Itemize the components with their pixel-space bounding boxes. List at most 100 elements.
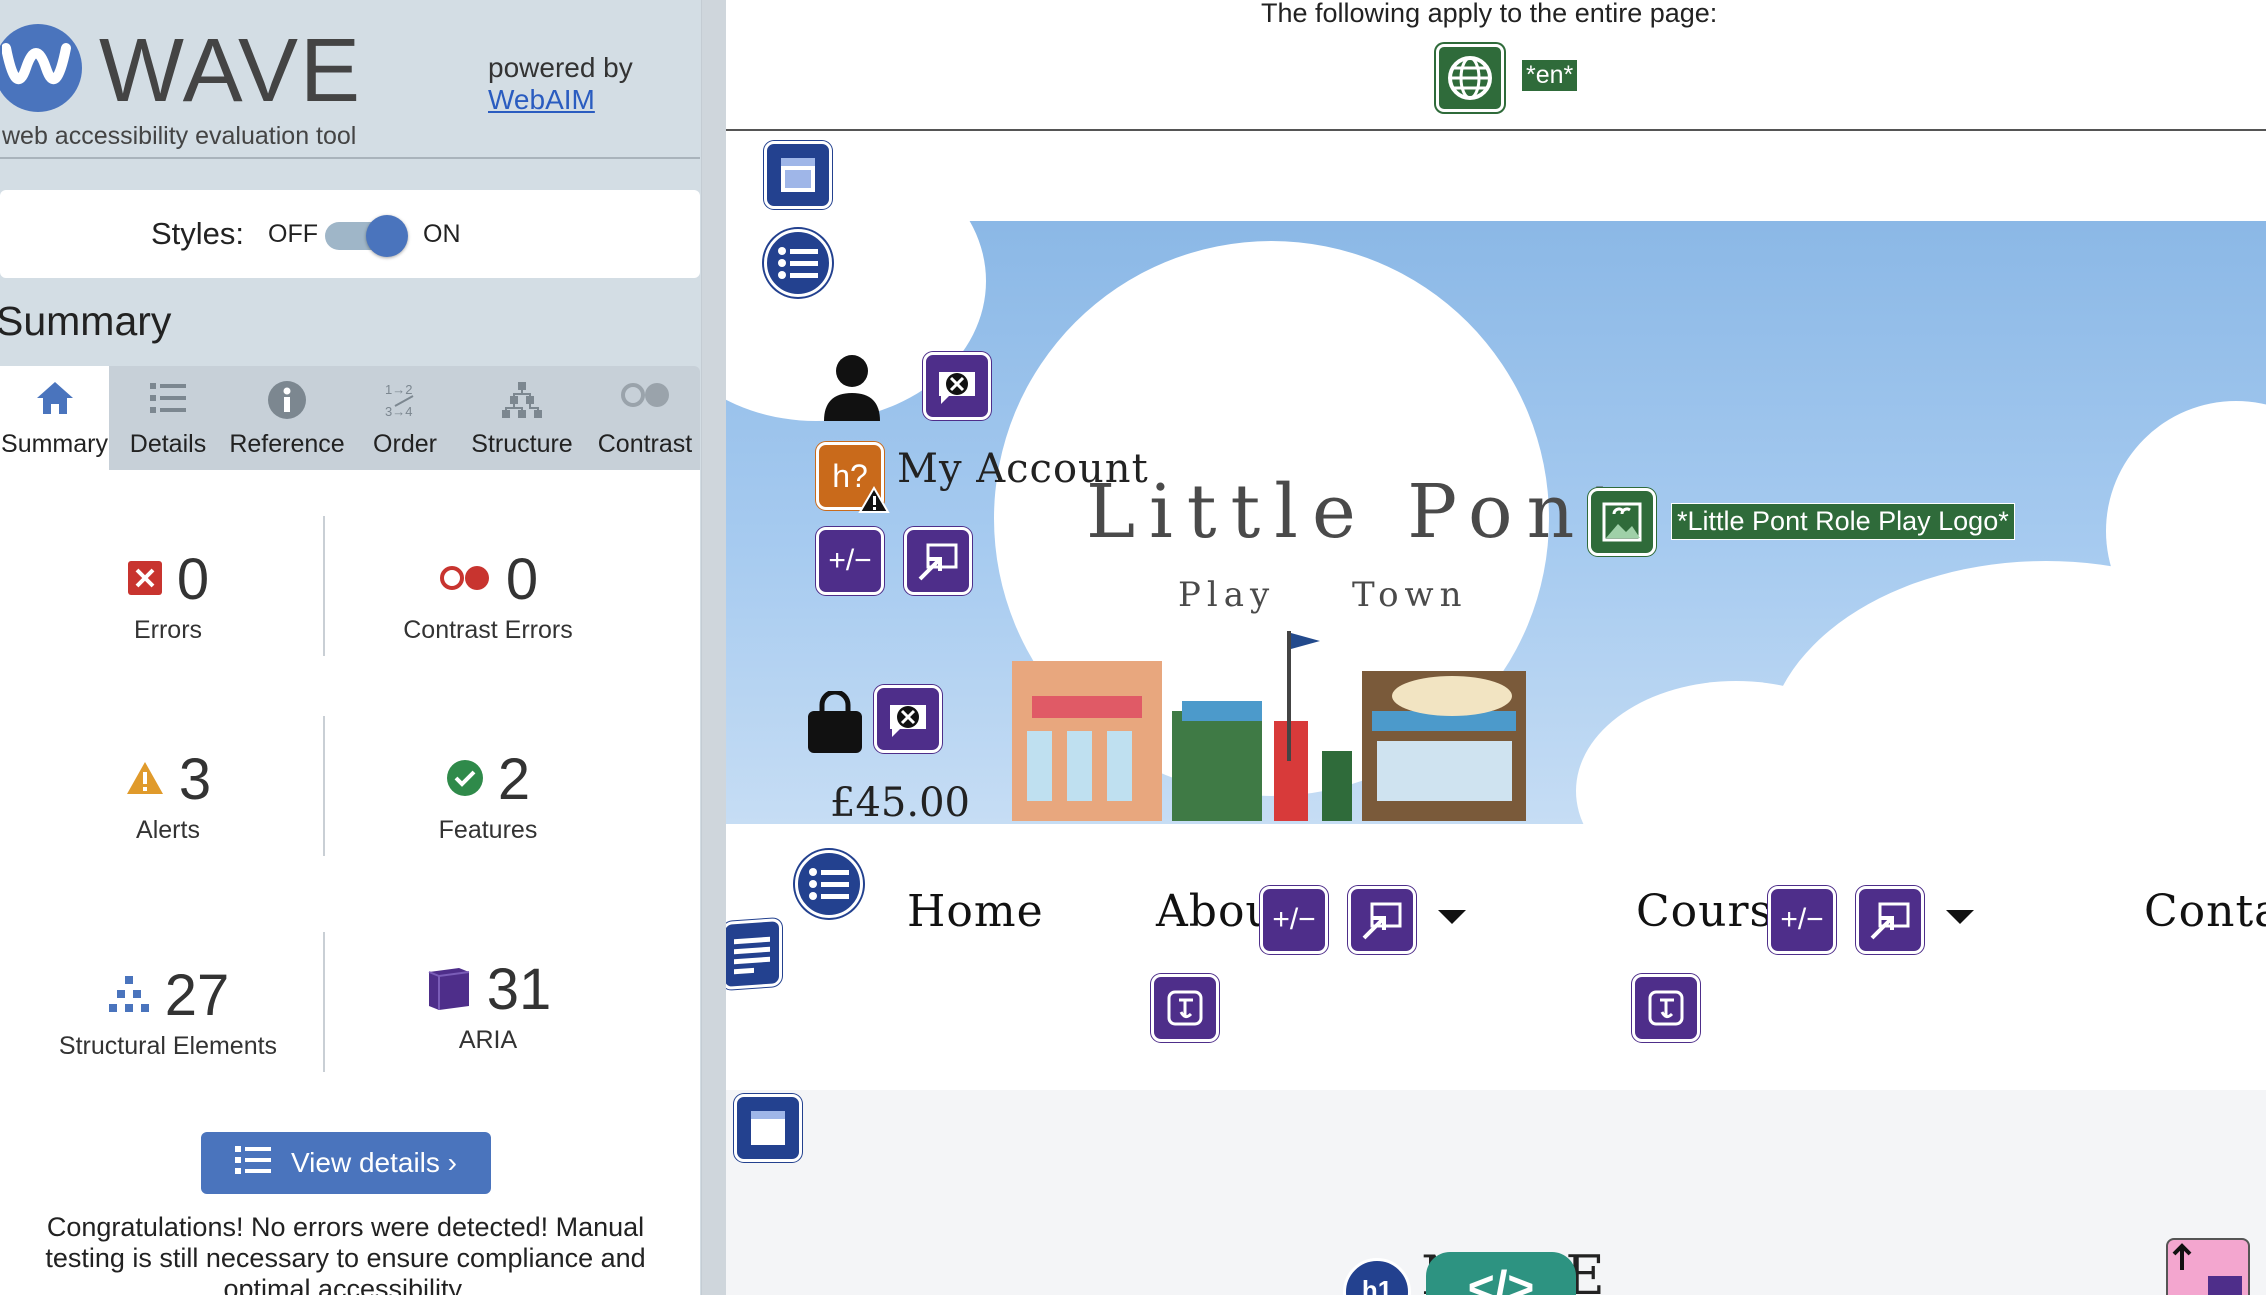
code-element-icon[interactable]: </>: [1426, 1252, 1576, 1295]
site-header-banner: Little Pont Play Town h? My Account +/−: [726, 221, 2266, 824]
contrast-icon: [619, 380, 671, 415]
tab-label: Summary: [1, 430, 108, 458]
styles-toggle-knob[interactable]: [366, 215, 408, 257]
navigation-region-icon[interactable]: [726, 917, 782, 991]
svg-text:3→4: 3→4: [385, 404, 412, 419]
structure-icon: [500, 380, 544, 425]
features-label: Features: [438, 816, 538, 844]
styles-toggle-box: Styles: OFF ON: [0, 190, 700, 278]
aria-popup-icon[interactable]: [1856, 886, 1924, 954]
svg-text:1→2: 1→2: [385, 382, 412, 397]
error-icon: [127, 560, 163, 601]
contrast-errors-count: 0: [505, 547, 539, 612]
main-navigation: Home About +/− Courses +/− Contact: [726, 824, 2266, 1090]
tab-label: Reference: [229, 430, 345, 458]
aria-expanded-icon[interactable]: +/−: [1768, 886, 1836, 954]
features-count: 2: [497, 747, 531, 812]
wave-logo-text: WAVE: [99, 21, 363, 121]
globe-icon[interactable]: [1436, 44, 1504, 112]
tab-summary[interactable]: Summary: [0, 366, 109, 470]
wave-logo-subtitle: web accessibility evaluation tool: [2, 122, 357, 150]
alerts-count: 3: [178, 747, 212, 812]
unordered-list-icon[interactable]: [795, 850, 863, 918]
powered-by: powered by WebAIM: [488, 52, 633, 116]
tab-label: Order: [373, 430, 437, 458]
styles-label: Styles:: [151, 216, 245, 251]
aria-expanded-icon[interactable]: +/−: [816, 527, 884, 595]
my-account-link[interactable]: My Account: [897, 446, 1149, 492]
language-tag: *en*: [1522, 60, 1578, 91]
plus-minus-glyph: +/−: [1272, 903, 1316, 936]
back-to-top-button[interactable]: [2166, 1238, 2250, 1295]
info-icon: [267, 380, 307, 425]
tab-label: Contrast: [597, 430, 693, 458]
unordered-list-icon[interactable]: [764, 229, 832, 297]
errors-label: Errors: [133, 616, 203, 644]
contrast-errors-stat[interactable]: 0 Contrast Errors: [328, 550, 648, 645]
view-details-label: View details ›: [290, 1147, 457, 1178]
aria-popup-icon[interactable]: [1348, 886, 1416, 954]
wave-sidebar: WAVE web accessibility evaluation tool p…: [0, 0, 726, 1295]
structural-count: 27: [164, 963, 230, 1028]
shopping-bag-icon[interactable]: [804, 689, 866, 760]
alerts-stat[interactable]: 3 Alerts: [8, 750, 328, 845]
linked-image-icon[interactable]: [1588, 488, 1656, 556]
tab-reference[interactable]: Reference: [228, 366, 346, 470]
divider: [0, 157, 700, 159]
list-icon: [148, 380, 188, 421]
sidebar-scrollbar[interactable]: [701, 0, 726, 1295]
site-logo-title: Little Pont: [1086, 469, 1633, 555]
page-level-text: The following apply to the entire page:: [1261, 0, 1718, 28]
aria-menu-icon[interactable]: [1151, 974, 1219, 1042]
tab-contrast[interactable]: Contrast: [590, 366, 700, 470]
main-region-icon[interactable]: [734, 1094, 802, 1162]
logo-town-illustration: [1012, 601, 1526, 821]
powered-by-label: powered by: [488, 52, 633, 83]
webaim-link[interactable]: WebAIM: [488, 84, 595, 115]
contrast-error-icon: [438, 563, 492, 598]
structure-icon: [107, 974, 151, 1019]
tab-label: Details: [129, 430, 207, 458]
chevron-down-icon[interactable]: [1438, 910, 1466, 924]
page-preview: The following apply to the entire page: …: [726, 0, 2266, 1295]
structural-stat[interactable]: 27 Structural Elements: [8, 966, 328, 1061]
features-stat[interactable]: 2 Features: [328, 750, 648, 845]
toggle-off-label: OFF: [268, 220, 318, 248]
aria-hidden-icon[interactable]: [923, 352, 991, 420]
structural-label: Structural Elements: [58, 1032, 278, 1060]
feature-check-icon: [446, 759, 484, 802]
contrast-errors-label: Contrast Errors: [403, 616, 573, 644]
order-icon: 1→2 3→4: [383, 380, 427, 425]
home-icon: [35, 380, 75, 421]
view-details-button[interactable]: View details ›: [201, 1132, 491, 1194]
panel-tabs: Summary Details Reference 1→2 3→4 Order S…: [0, 366, 700, 470]
alert-small-icon: [858, 486, 890, 519]
chevron-down-icon[interactable]: [1946, 910, 1974, 924]
user-icon[interactable]: [820, 351, 884, 428]
tab-details[interactable]: Details: [118, 366, 218, 470]
header-region-icon[interactable]: [764, 141, 832, 209]
wave-logo-icon: [0, 24, 82, 112]
aria-hidden-icon[interactable]: [874, 685, 942, 753]
errors-stat[interactable]: 0 Errors: [8, 550, 328, 645]
summary-heading: Summary: [0, 298, 172, 344]
alert-icon: [125, 760, 165, 801]
aria-menu-icon[interactable]: [1632, 974, 1700, 1042]
nav-contact-link[interactable]: Contact: [2144, 886, 2266, 937]
alerts-label: Alerts: [136, 816, 200, 844]
congrats-message: Congratulations! No errors were detected…: [45, 1212, 646, 1295]
page-level-annotations: The following apply to the entire page: …: [726, 0, 2266, 131]
aria-count: 31: [486, 957, 552, 1022]
cart-total[interactable]: £45.00: [830, 780, 970, 826]
tab-label: Structure: [471, 430, 573, 458]
nav-home-link[interactable]: Home: [907, 886, 1044, 937]
tab-order[interactable]: 1→2 3→4 Order: [360, 366, 450, 470]
aria-stat[interactable]: 31 ARIA: [328, 960, 648, 1055]
aria-popup-icon[interactable]: [904, 527, 972, 595]
aria-cube-icon: [425, 964, 473, 1017]
aria-expanded-icon[interactable]: +/−: [1260, 886, 1328, 954]
toggle-on-label: ON: [423, 220, 461, 248]
tab-structure[interactable]: Structure: [463, 366, 581, 470]
plus-minus-glyph: +/−: [828, 544, 872, 577]
errors-count: 0: [176, 547, 210, 612]
